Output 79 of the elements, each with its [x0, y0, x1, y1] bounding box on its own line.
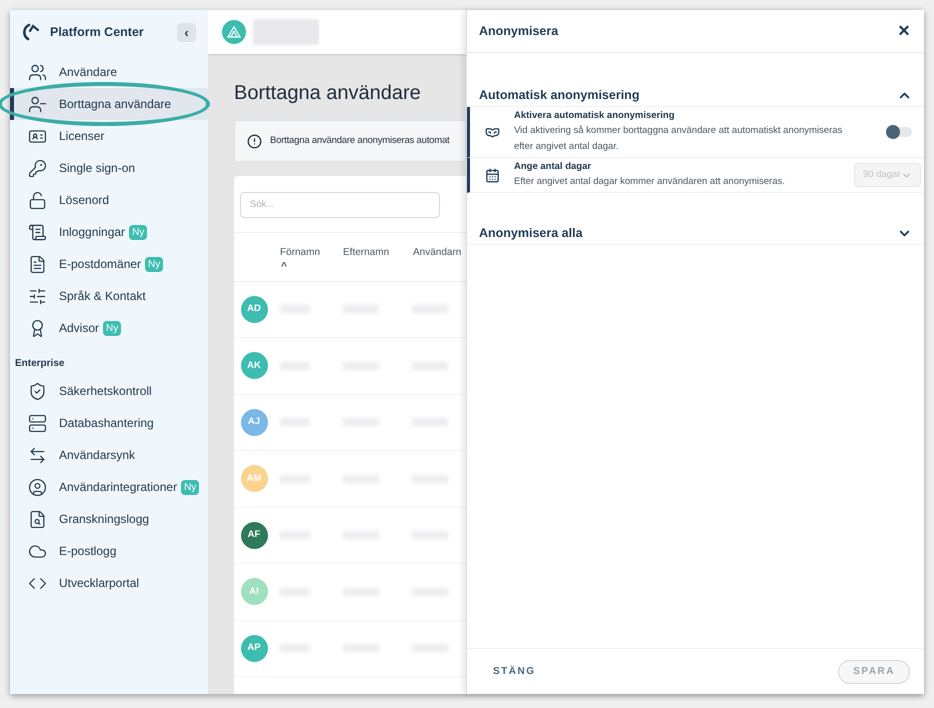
- sidebar-label: Databashantering: [59, 415, 154, 432]
- search-field[interactable]: Sök...: [240, 192, 440, 218]
- accordion-header[interactable]: Automatisk anonymisering: [467, 85, 924, 107]
- column-header[interactable]: Efternamn: [343, 244, 413, 260]
- sidebar-item[interactable]: Användarsynk: [10, 439, 208, 471]
- sidebar-item[interactable]: Utvecklarportal: [10, 567, 208, 599]
- user-circle-icon: [28, 478, 47, 496]
- close-button[interactable]: ×: [896, 21, 912, 41]
- close-text-button[interactable]: STÄNG: [481, 664, 548, 679]
- sidebar-label: Utvecklarportal: [59, 575, 140, 592]
- new-badge: Ny: [181, 480, 200, 494]
- user-avatar: AI: [240, 578, 268, 606]
- accordion-header[interactable]: Anonymisera alla: [467, 223, 924, 245]
- sidebar-label: Lösenord: [59, 192, 110, 209]
- alert-icon: [247, 134, 262, 148]
- sidebar-item[interactable]: Användarintegrationer Ny: [10, 471, 208, 503]
- new-badge: Ny: [145, 256, 164, 272]
- sidebar-label: E-postdomäner: [59, 256, 142, 273]
- tent-icon: [227, 26, 241, 38]
- server-icon: [28, 414, 47, 432]
- sidebar-item[interactable]: Säkerhetskontroll: [10, 375, 208, 407]
- document-icon: [28, 254, 47, 274]
- sidebar-label: Inloggningar: [59, 224, 126, 241]
- sidebar-item[interactable]: Inloggningar Ny: [10, 216, 208, 248]
- user-minus-icon: [28, 94, 47, 114]
- user-avatar: AP: [240, 634, 268, 662]
- drawer-title: Anonymisera: [479, 22, 558, 40]
- sidebar-item[interactable]: Lösenord: [10, 184, 208, 216]
- sidebar-item[interactable]: Advisor Ny: [10, 312, 208, 344]
- open-lock-icon: [28, 190, 47, 210]
- calendar-icon: [484, 168, 500, 182]
- user-avatar: AK: [240, 352, 268, 380]
- column-header[interactable]: Förnamn: [280, 244, 343, 260]
- scroll-icon: [28, 222, 47, 242]
- info-text: Borttagna användare anonymiseras automat: [270, 134, 450, 148]
- setting-description: Efter angivet antal dagar kommer användaren att anonymiseras.: [514, 175, 786, 189]
- sidebar-label: Borttagna användare: [59, 96, 172, 113]
- sidebar-label: Användarsynk: [59, 447, 136, 464]
- app-title: Platform Center: [50, 24, 145, 41]
- user-avatar: AJ: [240, 408, 268, 436]
- sidebar-item[interactable]: Borttagna användare: [10, 88, 208, 120]
- sidebar-item[interactable]: Databashantering: [10, 407, 208, 439]
- sidebar-label: Användarintegrationer: [59, 479, 178, 496]
- shield-check-icon: [28, 382, 47, 400]
- setting-description: Vid aktivering så kommer borttaggna användare att automatiskt anonymiseras efter angivet antal dagar.: [514, 124, 844, 154]
- toggle-switch[interactable]: [886, 127, 912, 137]
- page-title: Borttagna användare: [234, 81, 422, 106]
- user-avatar: AM: [240, 465, 268, 492]
- users-icon: [28, 62, 47, 82]
- user-avatar: AD: [240, 296, 268, 323]
- setting-title: Aktivera automatisk anonymisering: [514, 109, 676, 123]
- sidebar-item[interactable]: Granskningslogg: [10, 503, 208, 535]
- sidebar-item[interactable]: Användare: [10, 56, 208, 88]
- key-icon: [28, 158, 47, 178]
- sidebar-label: Single sign-on: [59, 160, 136, 177]
- sidebar-label: Licenser: [59, 128, 104, 145]
- sidebar-label: Språk & Kontakt: [59, 288, 146, 305]
- sidebar-item[interactable]: Språk & Kontakt: [10, 280, 208, 312]
- column-header[interactable]: Användarn: [413, 244, 466, 260]
- sidebar-item[interactable]: Licenser: [10, 120, 208, 152]
- sort-indicator: ^: [281, 260, 288, 274]
- new-badge: Ny: [103, 320, 122, 336]
- logo-icon: [22, 22, 40, 42]
- sidebar-label: E-postlogg: [59, 543, 116, 560]
- arrows-icon: [28, 446, 47, 464]
- sidebar-label: Advisor: [59, 320, 100, 337]
- collapse-button[interactable]: ‹: [177, 22, 196, 42]
- new-badge: Ny: [129, 224, 148, 240]
- file-search-icon: [28, 510, 47, 528]
- sidebar-label: Säkerhetskontroll: [59, 383, 152, 400]
- sidebar-item[interactable]: E-postdomäner Ny: [10, 248, 208, 280]
- sidebar-label: Granskningslogg: [59, 511, 150, 528]
- user-avatar: AF: [240, 522, 268, 549]
- sidebar-item[interactable]: Single sign-on: [10, 152, 208, 184]
- section-title: Enterprise: [14, 357, 66, 371]
- setting-title: Ange antal dagar: [514, 160, 592, 174]
- sidebar-item[interactable]: E-postlogg: [10, 535, 208, 567]
- sliders-icon: [28, 286, 47, 306]
- sidebar-label: Användare: [59, 64, 118, 81]
